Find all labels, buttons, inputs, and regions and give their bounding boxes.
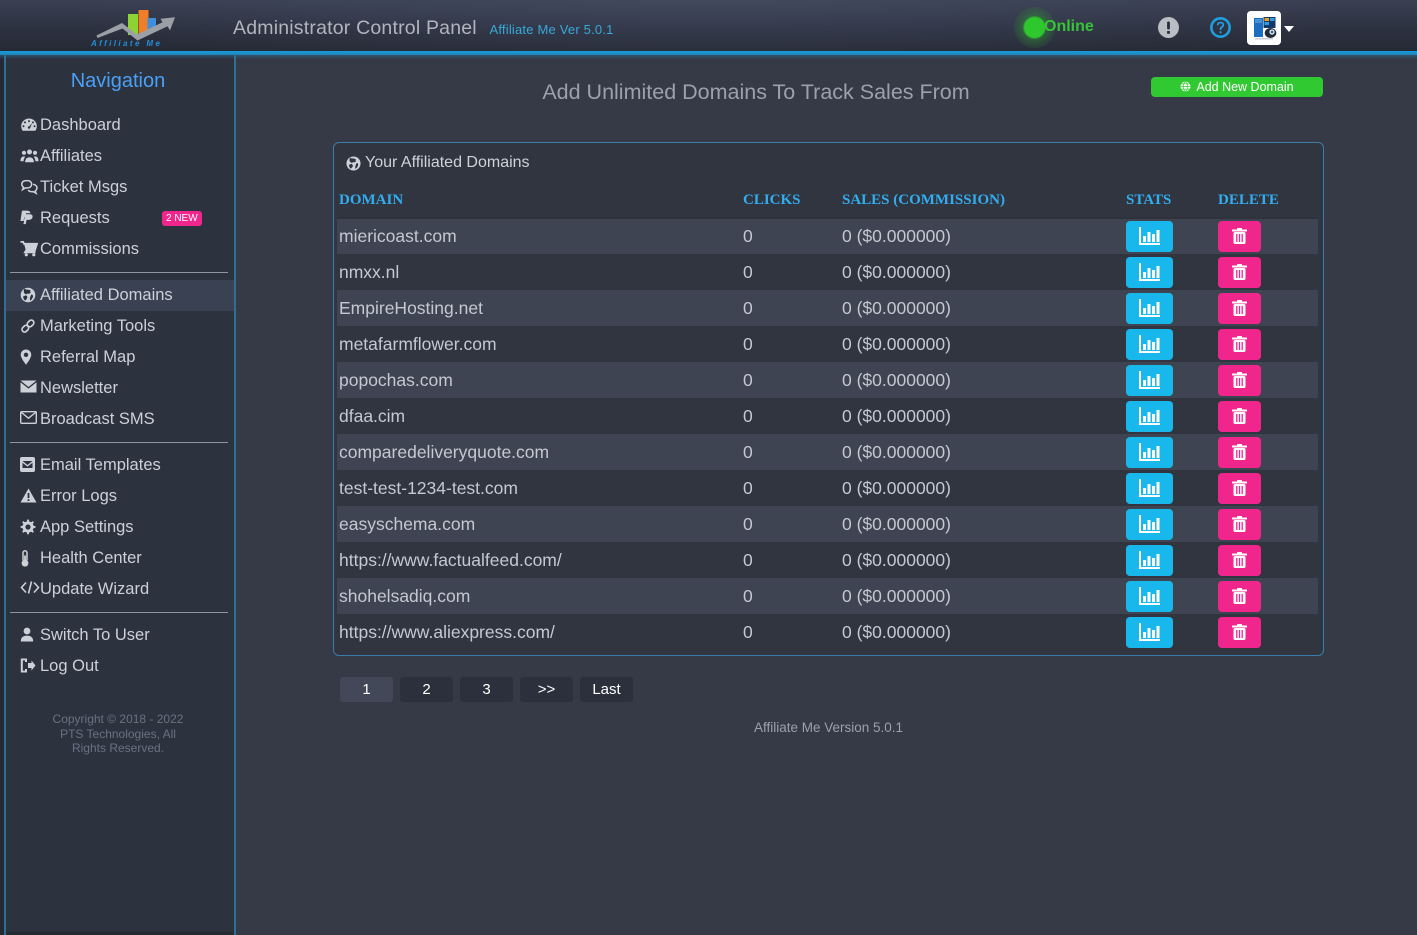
svg-text:Affiliate Me: Affiliate Me (90, 39, 162, 48)
